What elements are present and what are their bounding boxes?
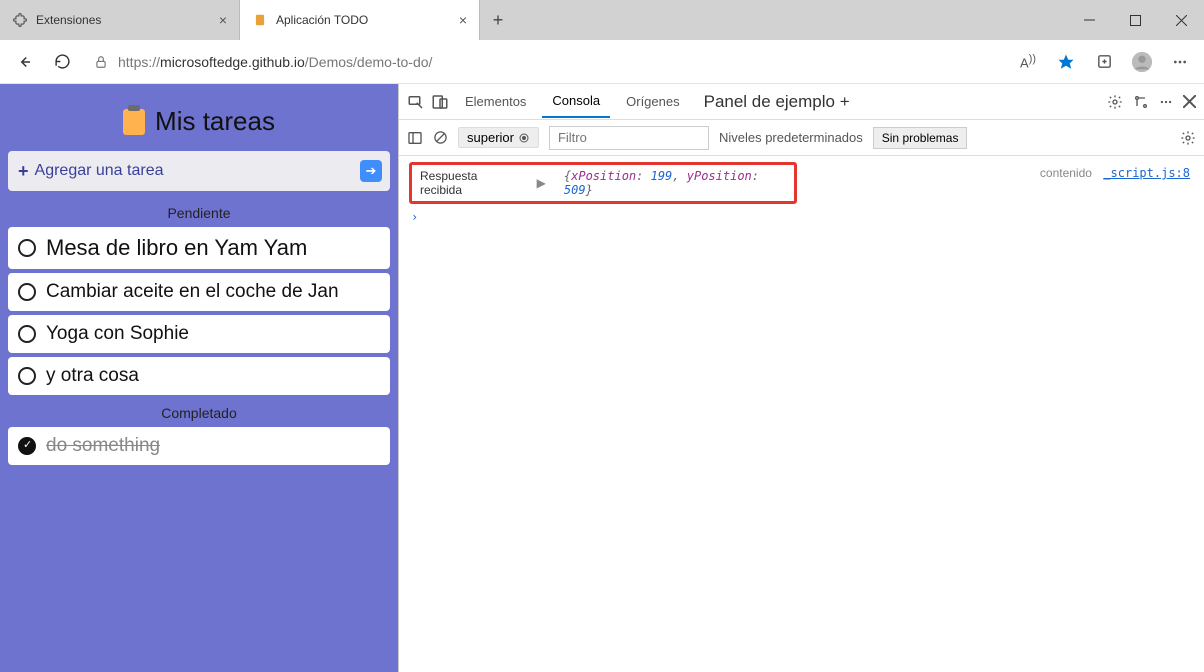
console-output: Respuesta recibida ▶ {xPosition: 199, yP…	[399, 156, 1204, 672]
tab-console[interactable]: Consola	[542, 85, 610, 118]
devtools-panel: Elementos Consola Orígenes Panel de ejem…	[398, 84, 1204, 672]
new-tab-button[interactable]: +	[480, 0, 516, 40]
completed-heading: Completado	[8, 405, 390, 421]
window-maximize-button[interactable]	[1112, 0, 1158, 40]
pending-heading: Pendiente	[8, 205, 390, 221]
log-object[interactable]: {xPosition: 199, yPosition: 509}	[564, 169, 786, 197]
submit-task-button[interactable]: ➔	[360, 160, 382, 182]
more-icon[interactable]	[1159, 95, 1173, 109]
address-bar: https://microsoftedge.github.io/Demos/de…	[0, 40, 1204, 84]
filter-input[interactable]	[549, 126, 709, 150]
activity-icon[interactable]	[1133, 94, 1149, 110]
url-field[interactable]: https://microsoftedge.github.io/Demos/de…	[84, 46, 1006, 78]
task-item-completed[interactable]: do something	[8, 427, 390, 465]
sidebar-toggle-icon[interactable]	[407, 130, 423, 146]
add-task-input[interactable]: + Agregar una tarea ➔	[8, 151, 390, 191]
url-text: https://microsoftedge.github.io/Demos/de…	[118, 54, 432, 70]
back-button[interactable]	[8, 46, 40, 78]
close-icon[interactable]: ×	[219, 12, 227, 28]
todo-app: Mis tareas + Agregar una tarea ➔ Pendien…	[0, 84, 398, 672]
collections-button[interactable]	[1088, 46, 1120, 78]
task-item[interactable]: Yoga con Sophie	[8, 315, 390, 353]
inspect-icon[interactable]	[407, 93, 425, 111]
plus-icon: +	[18, 161, 29, 182]
checkbox-icon[interactable]	[18, 239, 36, 257]
close-icon[interactable]: ×	[459, 12, 467, 28]
console-prompt[interactable]: ›	[409, 210, 1194, 224]
source-link[interactable]: _script.js:8	[1103, 166, 1190, 180]
clipboard-icon	[123, 109, 145, 135]
page-title: Mis tareas	[8, 96, 390, 151]
checkbox-checked-icon[interactable]	[18, 437, 36, 455]
window-titlebar: Extensiones × Aplicación TODO × +	[0, 0, 1204, 40]
profile-button[interactable]	[1126, 46, 1158, 78]
read-aloud-button[interactable]: A))	[1012, 46, 1044, 78]
context-selector[interactable]: superior	[458, 127, 539, 148]
lock-icon	[94, 55, 108, 69]
checkbox-icon[interactable]	[18, 325, 36, 343]
issues-button[interactable]: Sin problemas	[873, 127, 968, 149]
extension-icon	[12, 12, 28, 28]
tab-sample-panel[interactable]: Panel de ejemplo +	[696, 92, 858, 112]
window-minimize-button[interactable]	[1066, 0, 1112, 40]
tab-sources[interactable]: Orígenes	[616, 86, 689, 117]
gear-icon[interactable]	[1107, 94, 1123, 110]
refresh-button[interactable]	[46, 46, 78, 78]
clear-console-icon[interactable]	[433, 130, 448, 145]
devtools-tab-strip: Elementos Consola Orígenes Panel de ejem…	[399, 84, 1204, 120]
console-toolbar: superior Niveles predeterminados Sin pro…	[399, 120, 1204, 156]
checkbox-icon[interactable]	[18, 283, 36, 301]
console-settings-icon[interactable]	[1180, 130, 1196, 146]
tab-label: Extensiones	[36, 13, 101, 27]
console-log-row[interactable]: Respuesta recibida ▶ {xPosition: 199, yP…	[409, 162, 797, 204]
window-close-button[interactable]	[1158, 0, 1204, 40]
checkbox-icon[interactable]	[18, 367, 36, 385]
log-message: Respuesta recibida	[420, 169, 519, 197]
log-source: contenido _script.js:8	[1040, 166, 1190, 180]
more-button[interactable]	[1164, 46, 1196, 78]
task-item[interactable]: Cambiar aceite en el coche de Jan	[8, 273, 390, 311]
task-item[interactable]: Mesa de libro en Yam Yam	[8, 227, 390, 269]
expand-triangle-icon[interactable]: ▶	[537, 176, 546, 190]
page-icon	[252, 12, 268, 28]
tab-elements[interactable]: Elementos	[455, 86, 536, 117]
task-item[interactable]: y otra cosa	[8, 357, 390, 395]
levels-selector[interactable]: Niveles predeterminados	[719, 130, 863, 145]
tab-label: Aplicación TODO	[276, 13, 368, 27]
close-devtools-button[interactable]	[1183, 95, 1196, 108]
browser-tab-extensions[interactable]: Extensiones ×	[0, 0, 240, 40]
favorite-button[interactable]	[1050, 46, 1082, 78]
browser-tab-todo[interactable]: Aplicación TODO ×	[240, 0, 480, 40]
device-toggle-icon[interactable]	[431, 93, 449, 111]
